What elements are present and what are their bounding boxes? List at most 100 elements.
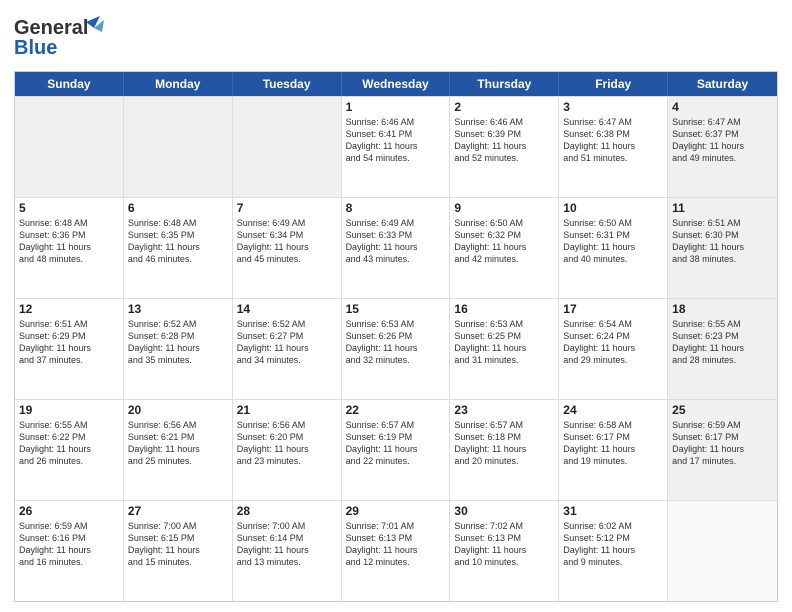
day-number: 19 — [19, 403, 119, 417]
calendar-header: SundayMondayTuesdayWednesdayThursdayFrid… — [15, 72, 777, 96]
logo-text: General Blue — [14, 14, 124, 63]
svg-text:General: General — [14, 17, 88, 39]
day-cell-28: 28 Sunrise: 7:00 AM Sunset: 6:14 PM Dayli… — [233, 501, 342, 601]
day-cell-21: 21Sunrise: 6:56 AM Sunset: 6:20 PM Dayli… — [233, 400, 342, 500]
day-cell-1: 1Sunrise: 6:46 AM Sunset: 6:41 PM Daylig… — [342, 97, 451, 197]
day-number: 4 — [672, 100, 773, 114]
header-cell-saturday: Saturday — [668, 72, 777, 96]
day-number: 29 — [346, 504, 446, 518]
day-number: 25 — [672, 403, 773, 417]
day-cell-19: 19 Sunrise: 6:55 AM Sunset: 6:22 PM Dayli… — [15, 400, 124, 500]
day-info: Sunrise: 7:02 AM Sunset: 6:13 PM Dayligh… — [454, 520, 554, 569]
day-cell-23: 23 Sunrise: 6:57 AM Sunset: 6:18 PM Dayli… — [450, 400, 559, 500]
header-cell-thursday: Thursday — [450, 72, 559, 96]
day-cell-16: 16Sunrise: 6:53 AM Sunset: 6:25 PM Dayli… — [450, 299, 559, 399]
day-info: Sunrise: 7:00 AM Sunset: 6:15 PM Dayligh… — [128, 520, 228, 569]
day-info: Sunrise: 6:48 AM Sunset: 6:35 PM Dayligh… — [128, 217, 228, 266]
day-info: Sunrise: 6:56 AM Sunset: 6:20 PM Dayligh… — [237, 419, 337, 468]
day-cell-17: 17 Sunrise: 6:54 AM Sunset: 6:24 PM Dayli… — [559, 299, 668, 399]
day-cell-13: 13 Sunrise: 6:52 AM Sunset: 6:28 PM Dayli… — [124, 299, 233, 399]
empty-cell — [233, 97, 342, 197]
day-number: 5 — [19, 201, 119, 215]
day-cell-10: 10Sunrise: 6:50 AM Sunset: 6:31 PM Dayli… — [559, 198, 668, 298]
page: General Blue SundayMondayTuesdayWednesda… — [0, 0, 792, 612]
day-cell-27: 27 Sunrise: 7:00 AM Sunset: 6:15 PM Dayli… — [124, 501, 233, 601]
empty-cell — [668, 501, 777, 601]
day-number: 2 — [454, 100, 554, 114]
day-number: 24 — [563, 403, 663, 417]
day-info: Sunrise: 6:49 AM Sunset: 6:34 PM Dayligh… — [237, 217, 337, 266]
header-cell-wednesday: Wednesday — [342, 72, 451, 96]
day-cell-9: 9 Sunrise: 6:50 AM Sunset: 6:32 PM Daylig… — [450, 198, 559, 298]
day-number: 27 — [128, 504, 228, 518]
day-number: 28 — [237, 504, 337, 518]
day-number: 6 — [128, 201, 228, 215]
day-cell-2: 2 Sunrise: 6:46 AM Sunset: 6:39 PM Daylig… — [450, 97, 559, 197]
day-info: Sunrise: 6:02 AM Sunset: 5:12 PM Dayligh… — [563, 520, 663, 569]
day-number: 26 — [19, 504, 119, 518]
day-number: 20 — [128, 403, 228, 417]
day-cell-22: 22Sunrise: 6:57 AM Sunset: 6:19 PM Dayli… — [342, 400, 451, 500]
day-info: Sunrise: 6:48 AM Sunset: 6:36 PM Dayligh… — [19, 217, 119, 266]
calendar-body: 1Sunrise: 6:46 AM Sunset: 6:41 PM Daylig… — [15, 96, 777, 601]
day-number: 8 — [346, 201, 446, 215]
day-number: 7 — [237, 201, 337, 215]
day-cell-7: 7 Sunrise: 6:49 AM Sunset: 6:34 PM Daylig… — [233, 198, 342, 298]
day-cell-5: 5 Sunrise: 6:48 AM Sunset: 6:36 PM Daylig… — [15, 198, 124, 298]
empty-cell — [124, 97, 233, 197]
day-number: 15 — [346, 302, 446, 316]
header-cell-sunday: Sunday — [15, 72, 124, 96]
day-cell-26: 26 Sunrise: 6:59 AM Sunset: 6:16 PM Dayli… — [15, 501, 124, 601]
day-cell-15: 15 Sunrise: 6:53 AM Sunset: 6:26 PM Dayli… — [342, 299, 451, 399]
day-number: 23 — [454, 403, 554, 417]
day-cell-25: 25 Sunrise: 6:59 AM Sunset: 6:17 PM Dayli… — [668, 400, 777, 500]
day-info: Sunrise: 6:53 AM Sunset: 6:25 PM Dayligh… — [454, 318, 554, 367]
day-number: 17 — [563, 302, 663, 316]
day-info: Sunrise: 6:51 AM Sunset: 6:29 PM Dayligh… — [19, 318, 119, 367]
day-cell-29: 29 Sunrise: 7:01 AM Sunset: 6:13 PM Dayli… — [342, 501, 451, 601]
header-cell-tuesday: Tuesday — [233, 72, 342, 96]
day-info: Sunrise: 6:53 AM Sunset: 6:26 PM Dayligh… — [346, 318, 446, 367]
day-cell-24: 24Sunrise: 6:58 AM Sunset: 6:17 PM Dayli… — [559, 400, 668, 500]
calendar: SundayMondayTuesdayWednesdayThursdayFrid… — [14, 71, 778, 602]
day-info: Sunrise: 6:50 AM Sunset: 6:31 PM Dayligh… — [563, 217, 663, 266]
day-cell-4: 4Sunrise: 6:47 AM Sunset: 6:37 PM Daylig… — [668, 97, 777, 197]
day-info: Sunrise: 6:56 AM Sunset: 6:21 PM Dayligh… — [128, 419, 228, 468]
day-info: Sunrise: 6:57 AM Sunset: 6:18 PM Dayligh… — [454, 419, 554, 468]
day-info: Sunrise: 6:52 AM Sunset: 6:27 PM Dayligh… — [237, 318, 337, 367]
day-info: Sunrise: 6:46 AM Sunset: 6:41 PM Dayligh… — [346, 116, 446, 165]
empty-cell — [15, 97, 124, 197]
day-info: Sunrise: 6:57 AM Sunset: 6:19 PM Dayligh… — [346, 419, 446, 468]
day-info: Sunrise: 6:54 AM Sunset: 6:24 PM Dayligh… — [563, 318, 663, 367]
day-number: 12 — [19, 302, 119, 316]
day-number: 30 — [454, 504, 554, 518]
day-number: 11 — [672, 201, 773, 215]
day-cell-8: 8 Sunrise: 6:49 AM Sunset: 6:33 PM Daylig… — [342, 198, 451, 298]
header: General Blue — [14, 10, 778, 63]
day-number: 31 — [563, 504, 663, 518]
calendar-row-4: 26 Sunrise: 6:59 AM Sunset: 6:16 PM Dayli… — [15, 500, 777, 601]
day-cell-6: 6 Sunrise: 6:48 AM Sunset: 6:35 PM Daylig… — [124, 198, 233, 298]
day-info: Sunrise: 6:46 AM Sunset: 6:39 PM Dayligh… — [454, 116, 554, 165]
day-info: Sunrise: 6:59 AM Sunset: 6:16 PM Dayligh… — [19, 520, 119, 569]
day-number: 13 — [128, 302, 228, 316]
day-cell-30: 30 Sunrise: 7:02 AM Sunset: 6:13 PM Dayli… — [450, 501, 559, 601]
day-cell-11: 11 Sunrise: 6:51 AM Sunset: 6:30 PM Dayli… — [668, 198, 777, 298]
day-info: Sunrise: 7:00 AM Sunset: 6:14 PM Dayligh… — [237, 520, 337, 569]
calendar-row-1: 5 Sunrise: 6:48 AM Sunset: 6:36 PM Daylig… — [15, 197, 777, 298]
day-cell-12: 12 Sunrise: 6:51 AM Sunset: 6:29 PM Dayli… — [15, 299, 124, 399]
day-info: Sunrise: 6:51 AM Sunset: 6:30 PM Dayligh… — [672, 217, 773, 266]
day-info: Sunrise: 7:01 AM Sunset: 6:13 PM Dayligh… — [346, 520, 446, 569]
day-info: Sunrise: 6:50 AM Sunset: 6:32 PM Dayligh… — [454, 217, 554, 266]
day-info: Sunrise: 6:59 AM Sunset: 6:17 PM Dayligh… — [672, 419, 773, 468]
day-number: 18 — [672, 302, 773, 316]
calendar-row-0: 1Sunrise: 6:46 AM Sunset: 6:41 PM Daylig… — [15, 96, 777, 197]
day-info: Sunrise: 6:49 AM Sunset: 6:33 PM Dayligh… — [346, 217, 446, 266]
day-info: Sunrise: 6:52 AM Sunset: 6:28 PM Dayligh… — [128, 318, 228, 367]
day-number: 9 — [454, 201, 554, 215]
day-cell-14: 14Sunrise: 6:52 AM Sunset: 6:27 PM Dayli… — [233, 299, 342, 399]
day-info: Sunrise: 6:55 AM Sunset: 6:22 PM Dayligh… — [19, 419, 119, 468]
day-cell-3: 3Sunrise: 6:47 AM Sunset: 6:38 PM Daylig… — [559, 97, 668, 197]
header-cell-friday: Friday — [559, 72, 668, 96]
day-cell-20: 20 Sunrise: 6:56 AM Sunset: 6:21 PM Dayli… — [124, 400, 233, 500]
